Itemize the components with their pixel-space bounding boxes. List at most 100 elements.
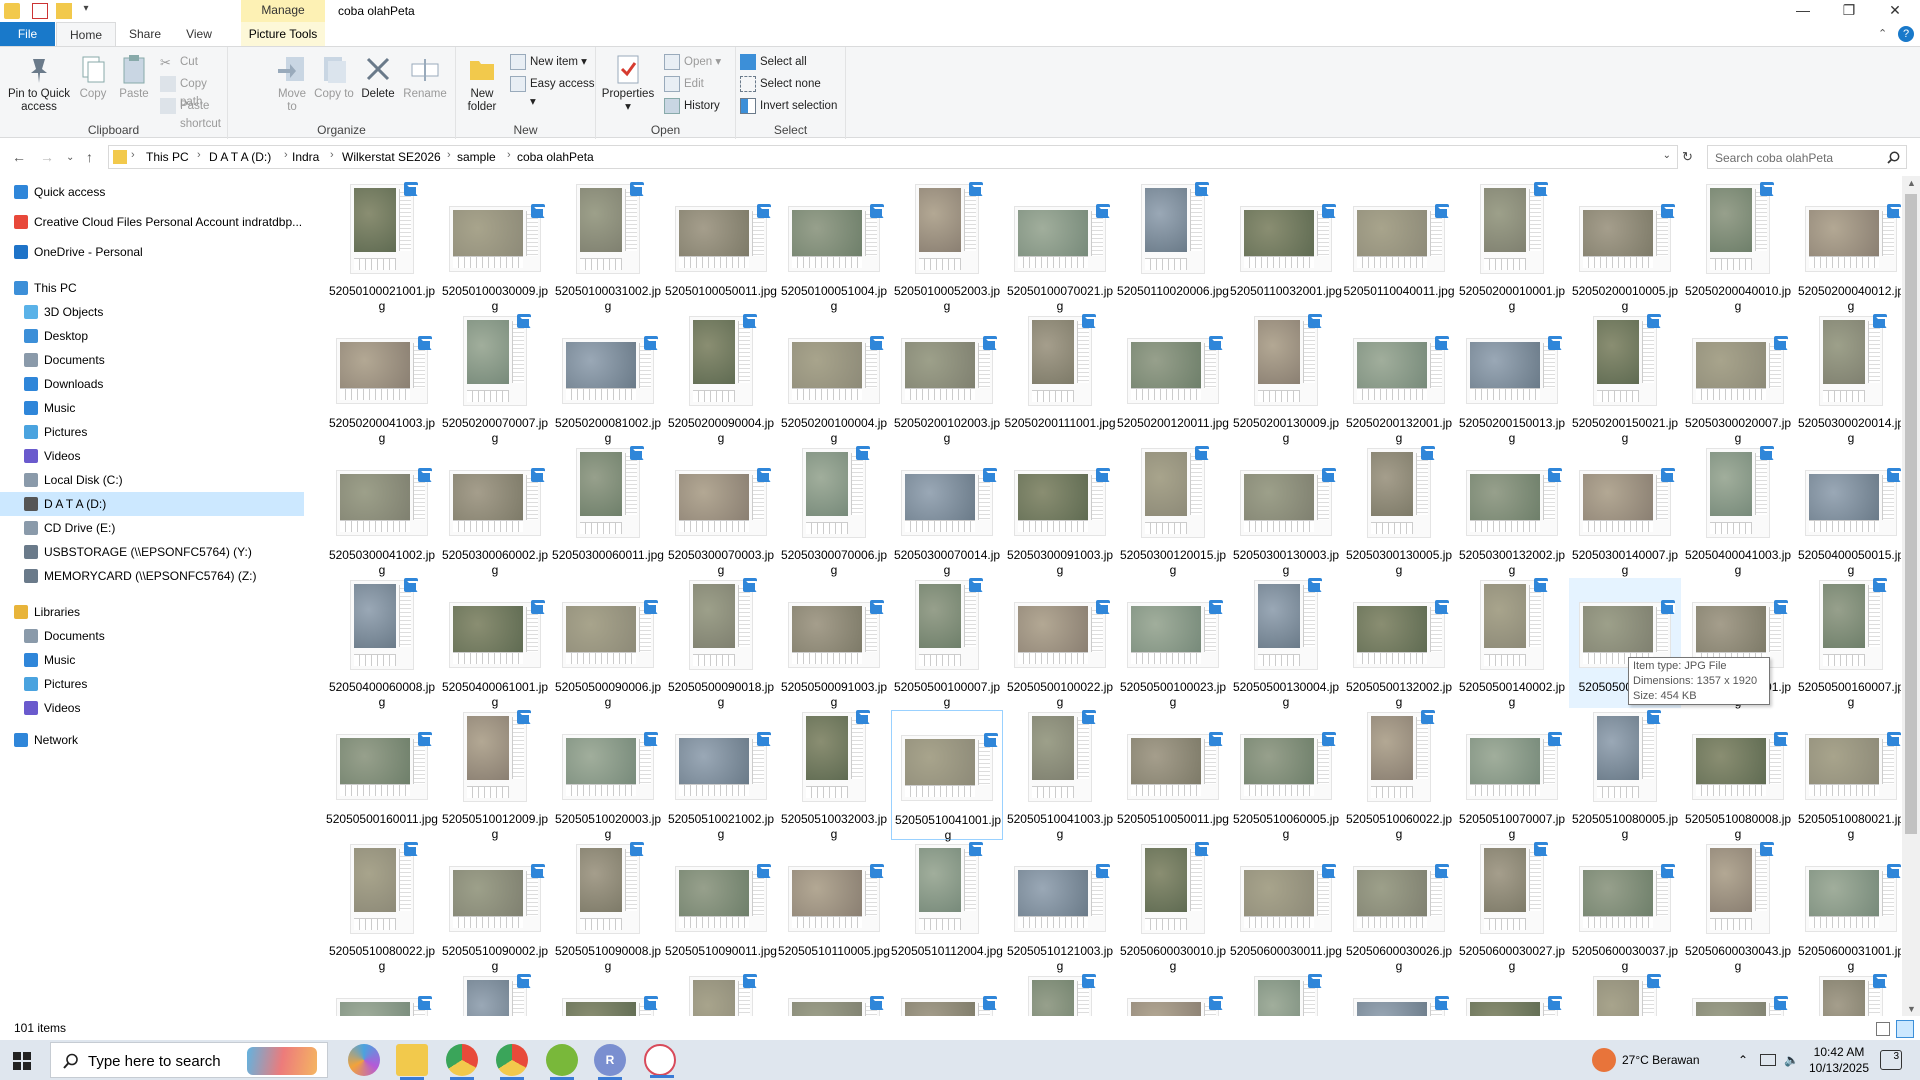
large-icons-view-icon[interactable] — [1896, 1020, 1914, 1038]
tab-file[interactable]: File — [0, 22, 55, 46]
nav-item[interactable]: Videos — [0, 444, 304, 468]
breadcrumb-sample[interactable]: sample — [457, 150, 496, 164]
nav-item[interactable]: Quick access — [0, 180, 304, 204]
file-tile[interactable]: 52050600030011.jpg — [1230, 842, 1342, 972]
clock[interactable]: 10:42 AM 10/13/2025 — [1808, 1044, 1870, 1076]
network-status-icon[interactable] — [1760, 1054, 1776, 1066]
nav-item[interactable]: Pictures — [0, 420, 304, 444]
file-tile[interactable]: 52050500100022.jpg — [1004, 578, 1116, 709]
file-tile[interactable]: 52050110040011.jpg — [1343, 182, 1455, 312]
nav-item[interactable]: Documents — [0, 348, 304, 372]
breadcrumb-current-folder[interactable]: coba olahPeta — [517, 150, 594, 164]
file-tile[interactable]: 52050600060001.jpg — [1682, 974, 1794, 1016]
file-tile[interactable]: 52050200090004.jpg — [665, 314, 777, 445]
pin-to-quick-access-button[interactable]: Pin to Quick access — [4, 51, 74, 114]
easy-access-button[interactable]: Easy access ▾ — [510, 75, 595, 108]
file-tile[interactable]: 52050510032003.jpg — [778, 710, 890, 841]
r-app-icon[interactable]: R — [594, 1044, 626, 1080]
file-tile[interactable]: 52050600030026.jpg — [1343, 842, 1455, 973]
cut-button[interactable]: ✂ Cut — [160, 53, 198, 71]
file-tile[interactable]: 52050500132002.jpg — [1343, 578, 1455, 709]
weather-icon[interactable] — [1592, 1048, 1616, 1072]
file-tile[interactable]: 52050200150013.jpg — [1456, 314, 1568, 445]
notification-center-icon[interactable]: 3 — [1880, 1050, 1902, 1070]
nav-item[interactable]: Creative Cloud Files Personal Account in… — [0, 210, 304, 234]
file-tile[interactable]: 52050300020014.jpg — [1795, 314, 1901, 445]
file-tile[interactable]: 52050500100023.jpg — [1117, 578, 1229, 709]
file-tile[interactable]: 52050510060005.jpg — [1230, 710, 1342, 841]
breadcrumb-data-drive[interactable]: D A T A (D:) — [209, 150, 271, 164]
file-tile[interactable]: 52050510080021.jpg — [1795, 710, 1901, 841]
invert-selection-button[interactable]: Invert selection — [740, 97, 837, 115]
file-tile[interactable]: 52050600030027.jpg — [1456, 842, 1568, 973]
nav-item[interactable]: USBSTORAGE (\\EPSONFC5764) (Y:) — [0, 540, 304, 564]
details-view-icon[interactable] — [1876, 1022, 1890, 1036]
file-tile[interactable]: 52050510021002.jpg — [665, 710, 777, 841]
nav-item[interactable]: D A T A (D:) — [0, 492, 304, 516]
file-tile[interactable]: 52050100051004.jpg — [778, 182, 890, 313]
file-tile[interactable]: 52050600031003.jpg — [439, 974, 551, 1016]
breadcrumb-indra[interactable]: Indra — [292, 150, 319, 164]
copy-to-button[interactable]: Copy to — [314, 51, 354, 101]
history-button[interactable]: History — [664, 97, 720, 115]
tab-view[interactable]: View — [174, 22, 224, 46]
file-tile[interactable]: 52050500160011.jpg — [326, 710, 438, 840]
file-tile[interactable]: 52050510041001.jpg — [891, 710, 1003, 842]
file-tile[interactable]: 52050300120015.jpg — [1117, 446, 1229, 577]
nav-item[interactable]: Desktop — [0, 324, 304, 348]
tab-home[interactable]: Home — [56, 22, 116, 46]
minimize-button[interactable]: — — [1780, 0, 1826, 22]
properties-button[interactable]: Properties ▾ — [600, 51, 656, 114]
file-tile[interactable]: 52050300070006.jpg — [778, 446, 890, 577]
app-icon[interactable] — [644, 1044, 676, 1078]
file-tile[interactable]: 52050200010005.jpg — [1569, 182, 1681, 313]
file-tile[interactable]: 52050300140007.jpg — [1569, 446, 1681, 577]
file-tile[interactable]: 52050510070007.jpg — [1456, 710, 1568, 841]
file-tile[interactable]: 52050600041001.jpg — [891, 974, 1003, 1016]
file-tile[interactable]: 52050510110005.jpg — [778, 842, 890, 972]
manage-context-tab[interactable]: Manage — [241, 0, 325, 22]
tab-share[interactable]: Share — [120, 22, 170, 46]
file-tile[interactable]: 52050510112004.jpg — [891, 842, 1003, 972]
nav-item[interactable]: Local Disk (C:) — [0, 468, 304, 492]
chrome-profile-icon[interactable] — [496, 1044, 528, 1080]
file-tile[interactable]: 52050200041003.jpg — [326, 314, 438, 445]
file-tile[interactable]: 52050510080005.jpg — [1569, 710, 1681, 841]
file-tile[interactable]: 52050110020006.jpg — [1117, 182, 1229, 312]
file-tile[interactable]: 52050200040012.jpg — [1795, 182, 1901, 313]
nav-item[interactable]: OneDrive - Personal — [0, 240, 304, 264]
breadcrumb-wilkerstat[interactable]: Wilkerstat SE2026 — [342, 150, 441, 164]
scroll-down-icon[interactable]: ▼ — [1907, 1004, 1916, 1014]
file-tile[interactable]: 52050300070003.jpg — [665, 446, 777, 577]
forward-arrow-icon[interactable]: → — [40, 149, 54, 165]
move-to-button[interactable]: Move to — [272, 51, 312, 114]
file-tile[interactable]: 52050300091003.jpg — [1004, 446, 1116, 577]
file-tile[interactable]: 52050300041002.jpg — [326, 446, 438, 577]
file-tile[interactable]: 52050600031001.jpg — [1795, 842, 1901, 973]
file-explorer-taskbar-icon[interactable] — [396, 1044, 428, 1080]
file-tile[interactable]: 52050100070021.jpg — [1004, 182, 1116, 313]
file-tile[interactable]: 52050300060011.jpg — [552, 446, 664, 576]
file-tile[interactable]: 52050100050011.jpg — [665, 182, 777, 312]
taskbar-search-input[interactable]: Type here to search — [50, 1042, 328, 1078]
file-tile[interactable]: 52050100021001.jpg — [326, 182, 438, 313]
rename-button[interactable]: Rename — [402, 51, 448, 101]
refresh-icon[interactable]: ↻ — [1682, 149, 1693, 165]
file-tile[interactable]: 52050100031002.jpg — [552, 182, 664, 313]
up-arrow-icon[interactable]: ↑ — [86, 149, 93, 165]
paste-shortcut-button[interactable]: Paste shortcut — [160, 97, 227, 130]
file-tile[interactable]: 52050200102003.jpg — [891, 314, 1003, 445]
file-tile[interactable]: 52050510012009.jpg — [439, 710, 551, 841]
chrome-icon[interactable] — [446, 1044, 478, 1080]
file-tile[interactable]: 52050100052003.jpg — [891, 182, 1003, 313]
file-tile[interactable]: 52050300130003.jpg — [1230, 446, 1342, 577]
file-tile[interactable]: 52050600061001.jpg — [1795, 974, 1901, 1016]
file-tile[interactable]: 52050600030043.jpg — [1682, 842, 1794, 973]
nav-item[interactable]: Music — [0, 396, 304, 420]
new-folder-icon[interactable] — [56, 3, 72, 19]
file-tile[interactable]: 52050500100007.jpg — [891, 578, 1003, 709]
file-tile[interactable]: 52050600050001.jpg — [1230, 974, 1342, 1016]
file-tile[interactable]: 52050300060002.jpg — [439, 446, 551, 577]
breadcrumb[interactable]: › This PC › D A T A (D:) › Indra › Wilke… — [108, 145, 1678, 169]
show-hidden-icons-icon[interactable]: ⌃ — [1738, 1040, 1748, 1080]
